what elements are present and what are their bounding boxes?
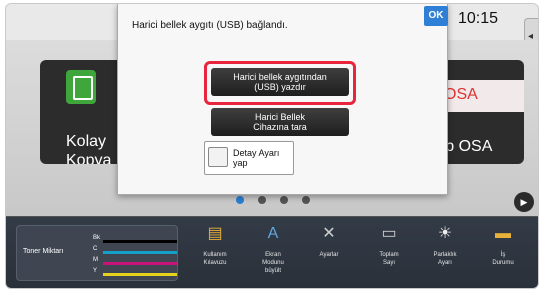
dialog-message: Harici bellek aygıtı (USB) bağlandı. xyxy=(132,20,288,31)
scan-to-usb-button[interactable]: Harici Bellek Cihazına tara xyxy=(211,108,349,136)
toner-bar xyxy=(103,240,177,243)
enlarge-display-button[interactable]: A Ekran Modunu büyült xyxy=(246,223,300,275)
enlarge-icon: A xyxy=(267,225,279,242)
page-dot[interactable] xyxy=(258,196,266,204)
total-count-button[interactable]: ▭ Toplam Sayı xyxy=(362,223,416,267)
bottom-bar: Toner Miktarı Bk C M Y ▤ Kullanım Kılavu… xyxy=(6,216,538,288)
toner-label: Toner Miktarı xyxy=(23,248,64,255)
usb-connected-dialog: Harici bellek aygıtı (USB) bağlandı. OK … xyxy=(117,4,448,195)
toner-level-panel[interactable]: Toner Miktarı Bk C M Y xyxy=(16,225,178,281)
user-manual-button[interactable]: ▤ Kullanım Kılavuzu xyxy=(188,223,242,267)
settings-button[interactable]: ✕ Ayarlar xyxy=(302,223,356,259)
print-from-usb-button[interactable]: Harici bellek aygıtından (USB) yazdır xyxy=(211,68,349,96)
easy-copy-label: Kolay Kopya xyxy=(66,133,112,164)
page-indicator xyxy=(236,196,310,208)
page-dot[interactable] xyxy=(236,196,244,204)
counter-icon: ▭ xyxy=(381,225,397,242)
toner-bar xyxy=(103,262,177,265)
job-status-icon: ▬ xyxy=(495,225,511,242)
brightness-button[interactable]: ☀ Parlaklık Ayarı xyxy=(418,223,472,267)
brightness-icon: ☀ xyxy=(437,225,453,242)
page-dot[interactable] xyxy=(280,196,288,204)
detail-settings-checkbox[interactable] xyxy=(208,147,228,167)
clock: 10:15 xyxy=(458,10,499,27)
toner-bar xyxy=(103,273,177,276)
job-status-button[interactable]: ▬ İş Durumu xyxy=(476,223,530,267)
copy-icon xyxy=(66,70,96,104)
ok-button[interactable]: OK xyxy=(424,6,448,26)
touch-panel-screen: 10:15 ◂ Kolay Kopya OSA arp OSA ▶ Toner … xyxy=(5,3,539,289)
settings-icon: ✕ xyxy=(322,225,336,242)
play-arrow-icon: ▶ xyxy=(520,197,528,207)
detail-settings-label: Detay Ayarı yap xyxy=(233,148,280,168)
page-dot[interactable] xyxy=(302,196,310,204)
next-page-button[interactable]: ▶ xyxy=(514,192,534,212)
toner-bar xyxy=(103,251,177,254)
detail-settings-option[interactable]: Detay Ayarı yap xyxy=(204,141,294,175)
manual-icon: ▤ xyxy=(207,225,223,242)
